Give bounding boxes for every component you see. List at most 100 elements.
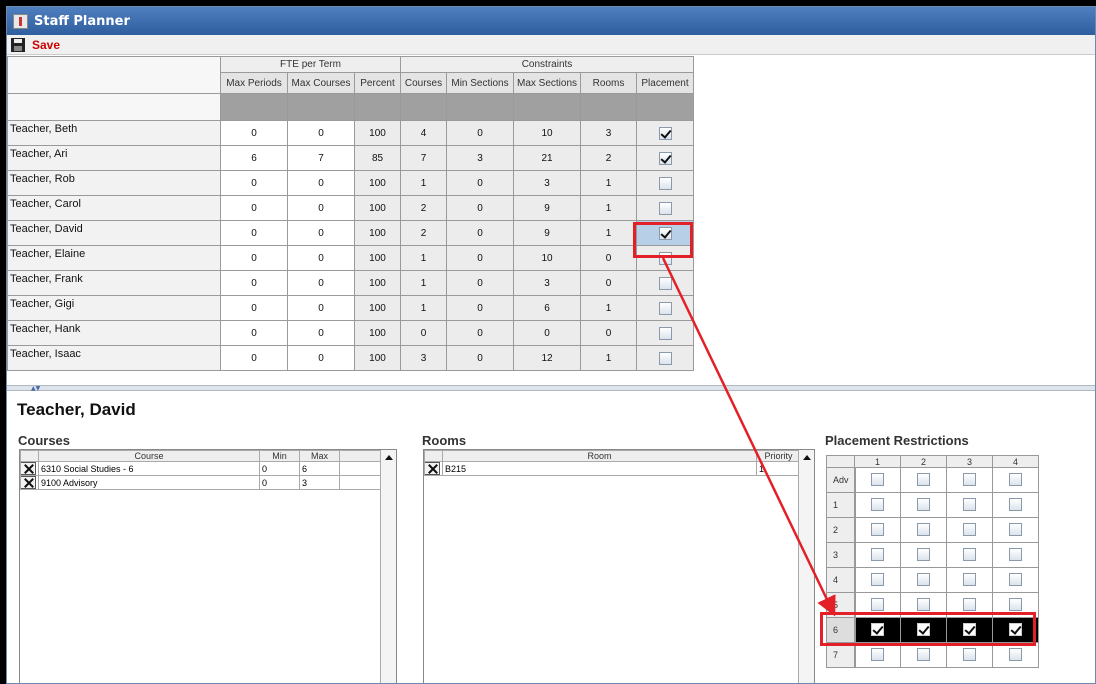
- restriction-checkbox[interactable]: [1009, 598, 1022, 612]
- grid-value-cell[interactable]: 0: [220, 320, 288, 346]
- room-cell[interactable]: B215: [442, 461, 757, 476]
- placement-checkbox[interactable]: [658, 351, 672, 365]
- splitter-arrows-icon[interactable]: ▲▼: [31, 386, 40, 392]
- grid-value-cell[interactable]: 0: [287, 345, 355, 371]
- restriction-checkbox[interactable]: [871, 473, 885, 487]
- room-row[interactable]: B215 1: [424, 461, 801, 476]
- grid-value-cell[interactable]: 0: [220, 120, 288, 146]
- course-cell[interactable]: 9100 Advisory: [38, 475, 260, 490]
- grid-value-cell[interactable]: 0: [287, 120, 355, 146]
- placement-restriction-cell[interactable]: [946, 492, 993, 518]
- teacher-name-cell[interactable]: Teacher, Beth: [7, 120, 221, 146]
- grid-value-cell[interactable]: 0: [287, 295, 355, 321]
- restriction-checkbox[interactable]: [917, 648, 930, 662]
- placement-restriction-cell[interactable]: [900, 642, 947, 668]
- teacher-row[interactable]: Teacher, Frank 0 0 100 1 0 3 0: [7, 270, 694, 296]
- col-header-placement[interactable]: Placement: [636, 72, 694, 94]
- scroll-up-icon[interactable]: [385, 455, 393, 460]
- rooms-scrollbar[interactable]: [798, 450, 814, 683]
- teacher-row[interactable]: Teacher, Elaine 0 0 100 1 0 10 0: [7, 245, 694, 271]
- placement-restriction-cell[interactable]: [992, 467, 1039, 493]
- teacher-row[interactable]: Teacher, Ari 6 7 85 7 3 21 2: [7, 145, 694, 171]
- placement-restriction-cell[interactable]: [900, 542, 947, 568]
- priority-cell[interactable]: 1: [756, 461, 801, 476]
- scroll-up-icon[interactable]: [803, 455, 811, 460]
- teacher-name-cell[interactable]: Teacher, Ari: [7, 145, 221, 171]
- placement-cell[interactable]: [636, 120, 694, 146]
- teacher-row[interactable]: Teacher, Isaac 0 0 100 3 0 12 1: [7, 345, 694, 371]
- filter-cell[interactable]: [513, 93, 581, 121]
- grid-value-cell[interactable]: 0: [220, 345, 288, 371]
- restriction-checkbox[interactable]: [871, 523, 885, 537]
- delete-icon[interactable]: [21, 476, 36, 489]
- placement-restriction-cell[interactable]: [946, 642, 993, 668]
- placement-checkbox[interactable]: [658, 126, 672, 140]
- grid-value-cell[interactable]: 0: [287, 320, 355, 346]
- grid-value-cell[interactable]: 0: [220, 245, 288, 271]
- teacher-row[interactable]: Teacher, Beth 0 0 100 4 0 10 3: [7, 120, 694, 146]
- restriction-checkbox[interactable]: [963, 598, 976, 612]
- teacher-row[interactable]: Teacher, Hank 0 0 100 0 0 0 0: [7, 320, 694, 346]
- restriction-checkbox[interactable]: [963, 498, 976, 512]
- restriction-checkbox[interactable]: [1009, 498, 1022, 512]
- placement-checkbox[interactable]: [658, 151, 672, 165]
- delete-course-cell[interactable]: [20, 475, 39, 490]
- restriction-checkbox[interactable]: [963, 573, 976, 587]
- placement-cell[interactable]: [636, 195, 694, 221]
- grid-value-cell[interactable]: 7: [287, 145, 355, 171]
- filter-cell[interactable]: [354, 93, 401, 121]
- restriction-checkbox[interactable]: [1009, 573, 1022, 587]
- teacher-name-cell[interactable]: Teacher, Elaine: [7, 245, 221, 271]
- col-header-min-sections[interactable]: Min Sections: [446, 72, 514, 94]
- placement-restriction-cell[interactable]: [946, 517, 993, 543]
- restriction-checkbox[interactable]: [1009, 548, 1022, 562]
- min-cell[interactable]: 0: [259, 461, 300, 476]
- placement-restriction-cell[interactable]: [854, 492, 901, 518]
- restriction-checkbox[interactable]: [871, 498, 885, 512]
- teacher-name-cell[interactable]: Teacher, David: [7, 220, 221, 246]
- placement-restriction-cell[interactable]: [854, 542, 901, 568]
- grid-value-cell[interactable]: 0: [220, 295, 288, 321]
- placement-restriction-cell[interactable]: [854, 517, 901, 543]
- placement-restriction-cell[interactable]: [854, 467, 901, 493]
- placement-restriction-cell[interactable]: [900, 492, 947, 518]
- save-button[interactable]: Save: [11, 37, 60, 52]
- restriction-checkbox[interactable]: [1009, 473, 1022, 487]
- placement-restriction-cell[interactable]: [854, 567, 901, 593]
- restriction-checkbox[interactable]: [1009, 523, 1022, 537]
- delete-icon[interactable]: [425, 462, 440, 475]
- filter-cell[interactable]: [446, 93, 514, 121]
- restriction-checkbox[interactable]: [917, 573, 930, 587]
- placement-cell[interactable]: [636, 320, 694, 346]
- restriction-checkbox[interactable]: [917, 548, 930, 562]
- grid-value-cell[interactable]: 0: [287, 170, 355, 196]
- placement-restriction-cell[interactable]: [992, 567, 1039, 593]
- teacher-name-cell[interactable]: Teacher, Isaac: [7, 345, 221, 371]
- grid-value-cell[interactable]: 0: [220, 195, 288, 221]
- col-header-max-courses[interactable]: Max Courses: [287, 72, 355, 94]
- min-cell[interactable]: 0: [259, 475, 300, 490]
- filter-cell[interactable]: [636, 93, 694, 121]
- course-cell[interactable]: 6310 Social Studies - 6: [38, 461, 260, 476]
- teacher-name-cell[interactable]: Teacher, Hank: [7, 320, 221, 346]
- placement-restriction-cell[interactable]: [946, 542, 993, 568]
- grid-value-cell[interactable]: 0: [220, 220, 288, 246]
- course-row[interactable]: 9100 Advisory 0 3: [20, 475, 383, 490]
- restriction-checkbox[interactable]: [917, 498, 930, 512]
- col-header-rooms[interactable]: Rooms: [580, 72, 637, 94]
- filter-cell[interactable]: [400, 93, 447, 121]
- grid-value-cell[interactable]: 0: [220, 170, 288, 196]
- grid-value-cell[interactable]: 0: [287, 220, 355, 246]
- teacher-name-cell[interactable]: Teacher, Gigi: [7, 295, 221, 321]
- grid-value-cell[interactable]: 0: [287, 195, 355, 221]
- delete-icon[interactable]: [21, 462, 36, 475]
- placement-checkbox[interactable]: [658, 176, 672, 190]
- teacher-row[interactable]: Teacher, Rob 0 0 100 1 0 3 1: [7, 170, 694, 196]
- restriction-checkbox[interactable]: [917, 473, 930, 487]
- placement-checkbox[interactable]: [658, 276, 672, 290]
- placement-restriction-cell[interactable]: [992, 542, 1039, 568]
- restriction-checkbox[interactable]: [871, 548, 885, 562]
- col-header-courses[interactable]: Courses: [400, 72, 447, 94]
- filter-cell[interactable]: [220, 93, 288, 121]
- placement-restriction-cell[interactable]: [946, 467, 993, 493]
